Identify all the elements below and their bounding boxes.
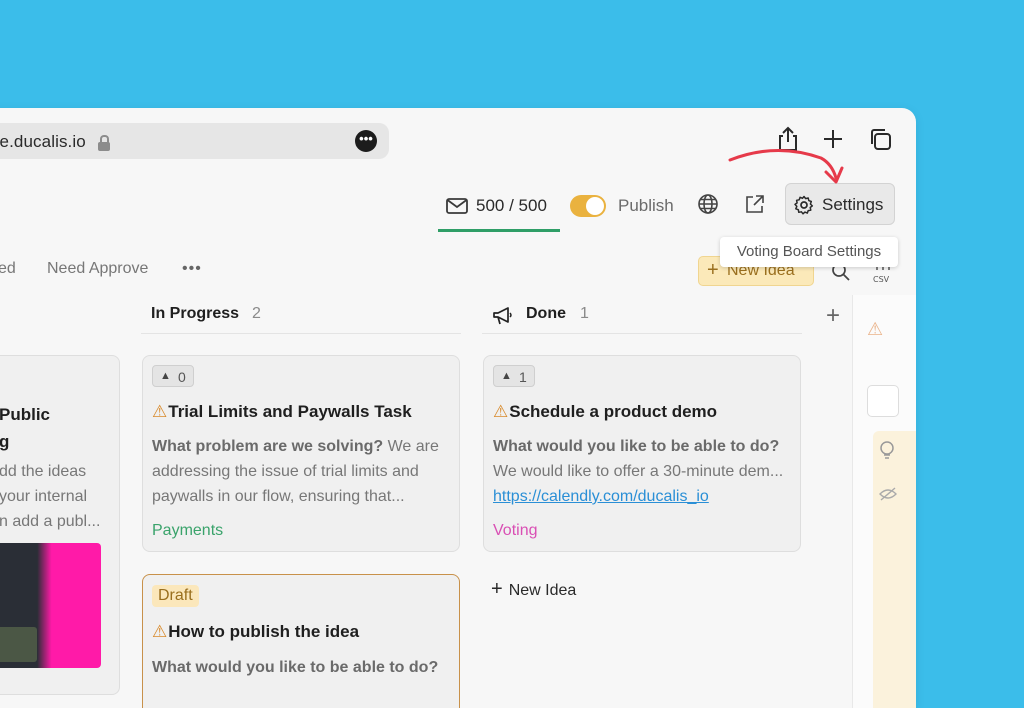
- column-count: 2: [252, 305, 261, 322]
- warning-icon: ⚠: [867, 319, 884, 339]
- external-link-icon[interactable]: [744, 193, 766, 215]
- tag-label[interactable]: Voting: [493, 522, 537, 540]
- vote-count: 0: [178, 369, 186, 385]
- tabs-more-icon[interactable]: •••: [182, 260, 202, 278]
- url-text: ge.ducalis.io: [0, 132, 86, 151]
- card-description: What would you like to be able to do? We…: [493, 438, 784, 505]
- tab-approved[interactable]: ved: [0, 260, 16, 278]
- board-toolbar: 500 / 500 Publish Settings: [0, 183, 916, 232]
- preview-image: [0, 543, 101, 668]
- add-column-icon[interactable]: +: [826, 302, 840, 330]
- card-title: ⚠Schedule a product demo: [493, 402, 718, 421]
- partial-idea-card[interactable]: Public g dd the ideas your internal n add…: [0, 355, 120, 695]
- card-title: Public g: [0, 405, 51, 451]
- idea-card[interactable]: ▲ 1 ⚠Schedule a product demo What would …: [483, 355, 801, 552]
- card-description: What would you like to be able to do?: [152, 659, 439, 676]
- settings-label: Settings: [822, 195, 884, 214]
- lightbulb-icon: [880, 441, 894, 459]
- new-idea-label: New Idea: [508, 582, 577, 599]
- idea-card[interactable]: ▲ 0 ⚠Trial Limits and Paywalls Task What…: [142, 355, 460, 552]
- lock-icon: [98, 135, 110, 151]
- mail-icon: [446, 198, 468, 214]
- plus-icon: +: [491, 578, 503, 600]
- plus-icon: +: [707, 259, 719, 281]
- more-icon[interactable]: •••: [355, 130, 377, 152]
- address-bar[interactable]: ge.ducalis.io •••: [0, 123, 389, 159]
- card-title: ⚠How to publish the idea: [152, 622, 360, 641]
- vote-button[interactable]: ▲ 1: [493, 365, 535, 387]
- column-title: In Progress: [151, 305, 240, 322]
- browser-window: ge.ducalis.io ••• 500 / 500 Publish: [0, 108, 916, 708]
- warning-icon: ⚠: [152, 402, 168, 421]
- tag-label[interactable]: Payments: [152, 522, 223, 540]
- idea-detail-panel: ⚠: [852, 295, 916, 708]
- vote-button[interactable]: ▲ 0: [152, 365, 194, 387]
- svg-text:CSV: CSV: [873, 275, 890, 284]
- mail-count: 500 / 500: [476, 196, 547, 215]
- annotation-arrow-icon: [728, 149, 844, 184]
- column-title: Done: [526, 305, 566, 322]
- calendly-link[interactable]: https://calendly.com/ducalis_io: [493, 488, 709, 505]
- tab-need-approve[interactable]: Need Approve: [47, 260, 148, 278]
- globe-icon[interactable]: [697, 193, 719, 215]
- card-description: What problem are we solving? We are addr…: [152, 438, 439, 505]
- column-header-in-progress: In Progress 2: [141, 301, 461, 334]
- warning-icon: ⚠: [493, 402, 509, 421]
- warning-icon: ⚠: [152, 622, 168, 641]
- mail-counter[interactable]: 500 / 500: [438, 187, 560, 232]
- tabs-overview-icon[interactable]: [867, 126, 893, 152]
- vote-count: 1: [519, 369, 527, 385]
- publish-toggle[interactable]: [570, 195, 606, 217]
- upvote-icon: ▲: [160, 370, 171, 382]
- column-header-done: Done 1: [482, 301, 802, 334]
- gear-icon: [794, 195, 814, 215]
- upvote-icon: ▲: [501, 370, 512, 382]
- checklist-icon[interactable]: [867, 385, 899, 417]
- megaphone-icon: [493, 307, 512, 325]
- hidden-eye-icon: [879, 487, 897, 501]
- card-description: dd the ideas your internal n add a publ.…: [0, 463, 101, 530]
- panel-section: [873, 431, 916, 708]
- card-title: ⚠Trial Limits and Paywalls Task: [152, 402, 412, 421]
- publish-label: Publish: [618, 196, 674, 215]
- draft-badge: Draft: [152, 585, 199, 607]
- add-new-idea-button[interactable]: + New Idea: [491, 578, 576, 601]
- settings-tooltip: Voting Board Settings: [720, 237, 898, 267]
- column-count: 1: [580, 305, 589, 322]
